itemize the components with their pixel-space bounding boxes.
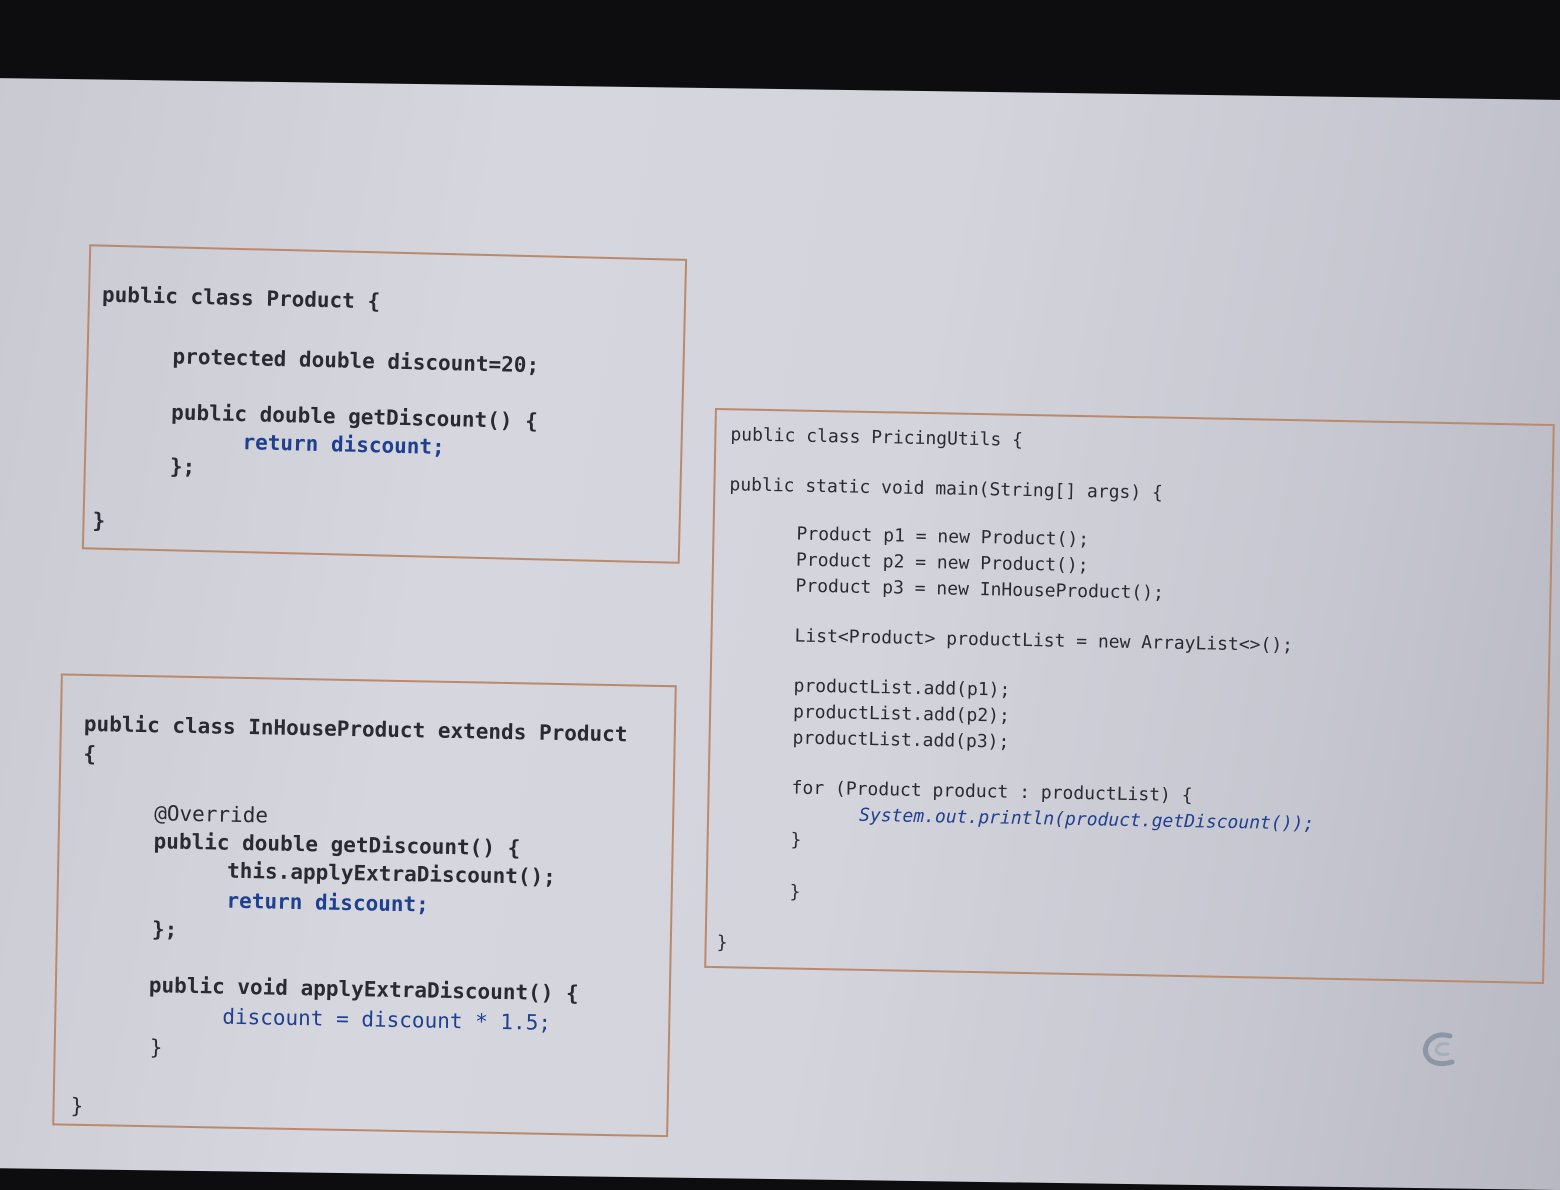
code-line: public class PricingUtils { bbox=[730, 424, 1024, 451]
code-line: public double getDiscount() { bbox=[153, 829, 521, 861]
code-line: System.out.println(product.getDiscount()… bbox=[858, 804, 1315, 835]
code-line: return discount; bbox=[242, 430, 446, 460]
code-line: } bbox=[790, 829, 802, 851]
code-line: productList.add(p1); bbox=[793, 675, 1011, 701]
pricing-utils-class-box: public class PricingUtils { public stati… bbox=[704, 407, 1555, 984]
code-line: productList.add(p3); bbox=[792, 727, 1010, 753]
code-line: } bbox=[716, 932, 728, 954]
code-line: discount = discount * 1.5; bbox=[222, 1004, 552, 1035]
code-line: return discount; bbox=[226, 888, 430, 917]
code-line: List<Product> productList = new ArrayLis… bbox=[794, 625, 1294, 657]
code-line: public static void main(String[] args) { bbox=[729, 474, 1164, 504]
code-line: for (Product product : productList) { bbox=[791, 777, 1193, 807]
code-line: this.applyExtraDiscount(); bbox=[226, 858, 557, 889]
code-line: } bbox=[149, 1035, 163, 1060]
code-line: productList.add(p2); bbox=[792, 701, 1011, 727]
code-line: Product p3 = new InHouseProduct(); bbox=[795, 575, 1165, 604]
code-line: public class InHouseProduct extends Prod… bbox=[83, 711, 628, 747]
code-line: public double getDiscount() { bbox=[170, 400, 539, 434]
product-class-box: public class Product { protected double … bbox=[81, 244, 688, 564]
code-line: { bbox=[83, 741, 97, 767]
code-line: }; bbox=[151, 917, 178, 942]
code-line: } bbox=[92, 508, 106, 533]
code-line: } bbox=[789, 881, 801, 903]
code-line: } bbox=[70, 1093, 84, 1118]
code-line: public void applyExtraDiscount() { bbox=[148, 973, 579, 1006]
c-logo-icon bbox=[1422, 1032, 1455, 1067]
projected-slide: public class Product { protected double … bbox=[0, 78, 1560, 1190]
code-line: }; bbox=[169, 454, 196, 479]
code-line: @Override bbox=[153, 801, 269, 828]
code-line: public class Product { bbox=[101, 282, 381, 314]
inhouse-product-class-box: public class InHouseProduct extends Prod… bbox=[52, 673, 677, 1138]
code-line: Product p2 = new Product(); bbox=[795, 549, 1089, 577]
code-line: protected double discount=20; bbox=[172, 344, 540, 378]
code-line: Product p1 = new Product(); bbox=[796, 523, 1090, 551]
